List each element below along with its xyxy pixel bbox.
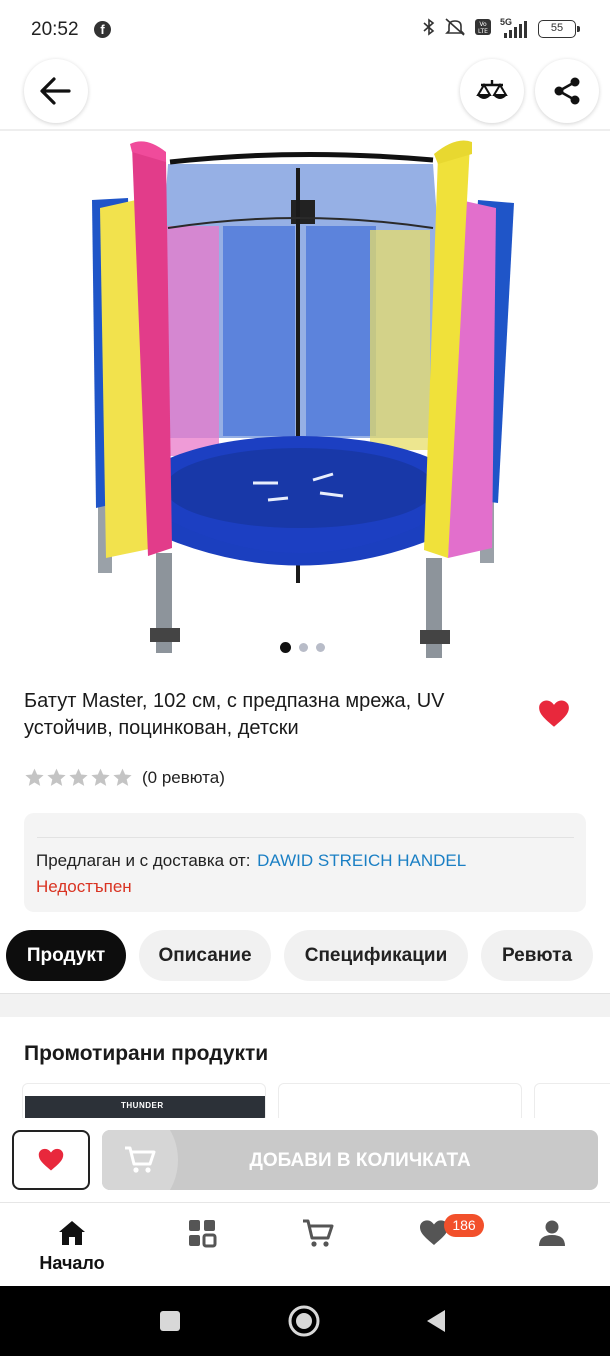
seller-row: Предлаган и с доставка от: DAWID STREICH…	[36, 851, 466, 871]
arrow-left-icon	[40, 77, 71, 105]
cart-icon	[303, 1219, 334, 1247]
add-to-cart-button[interactable]: ДОБАВИ В КОЛИЧКАТА	[102, 1130, 598, 1190]
share-button[interactable]	[535, 59, 599, 123]
recents-icon[interactable]	[158, 1306, 182, 1336]
bluetooth-icon	[422, 18, 436, 39]
promo-card[interactable]: THUNDER	[22, 1083, 266, 1123]
product-image-carousel[interactable]	[88, 138, 524, 668]
star-icon	[69, 768, 88, 786]
tab-product[interactable]: Продукт	[6, 930, 126, 981]
bottom-action-bar: ДОБАВИ В КОЛИЧКАТА	[0, 1118, 610, 1202]
home-icon	[59, 1221, 85, 1245]
scale-icon	[476, 80, 508, 99]
heart-icon	[38, 1148, 64, 1171]
section-separator	[0, 993, 610, 1017]
tab-description[interactable]: Описание	[139, 930, 271, 981]
availability-status: Недостъпен	[36, 877, 132, 896]
review-count[interactable]: (0 ревюта)	[142, 768, 225, 788]
status-time: 20:52	[31, 19, 79, 40]
divider	[37, 837, 574, 838]
svg-text:Vo: Vo	[479, 21, 487, 28]
tab-specifications[interactable]: Спецификации	[284, 930, 468, 981]
share-icon	[554, 77, 580, 105]
nav-categories[interactable]	[152, 1203, 252, 1287]
facebook-icon: f	[94, 21, 111, 38]
categories-icon	[189, 1220, 217, 1248]
trampoline-image	[92, 140, 514, 658]
image-pagination	[280, 642, 325, 653]
favorites-badge: 186	[444, 1214, 484, 1237]
seller-label: Предлаган и с доставка от:	[36, 851, 251, 870]
seller-link[interactable]: DAWID STREICH HANDEL	[257, 851, 466, 870]
compare-button[interactable]	[460, 59, 524, 123]
wishlist-button[interactable]	[12, 1130, 90, 1190]
signal-icon: 5G	[500, 17, 530, 39]
product-title: Батут Master, 102 см, с предпазна мрежа,…	[24, 690, 445, 739]
nav-cart[interactable]	[268, 1203, 368, 1287]
pagination-dot[interactable]	[299, 643, 308, 652]
star-icon	[25, 768, 44, 786]
status-bar: 20:52 f Vo LTE 5G 55	[0, 0, 610, 60]
volte-icon: Vo LTE	[474, 18, 492, 39]
battery-icon: 55	[538, 19, 580, 38]
mute-icon	[444, 18, 466, 39]
back-button[interactable]	[24, 59, 88, 123]
nav-home[interactable]: Начало	[22, 1203, 122, 1287]
rating[interactable]: (0 ревюта)	[24, 767, 225, 788]
status-icons: Vo LTE 5G 55	[422, 17, 580, 39]
system-nav-bar	[0, 1286, 610, 1356]
add-to-cart-label: ДОБАВИ В КОЛИЧКАТА	[249, 1150, 471, 1171]
pagination-dot[interactable]	[316, 643, 325, 652]
nav-home-label: Начало	[39, 1253, 105, 1273]
promo-card[interactable]	[278, 1083, 522, 1123]
star-icon	[91, 768, 110, 786]
promo-brand-label: THUNDER	[121, 1101, 164, 1110]
nav-profile[interactable]	[502, 1203, 602, 1287]
header-divider	[0, 129, 610, 131]
home-circle-icon[interactable]	[287, 1304, 321, 1338]
nav-favorites[interactable]: 186	[384, 1203, 484, 1287]
product-tabs: Продукт Описание Спецификации Ревюта	[6, 930, 593, 981]
tab-reviews[interactable]: Ревюта	[481, 930, 593, 981]
favorite-button[interactable]	[537, 697, 571, 731]
back-triangle-icon[interactable]	[424, 1306, 448, 1336]
heart-icon	[539, 700, 569, 727]
promo-card[interactable]	[534, 1083, 610, 1123]
star-icon	[113, 768, 132, 786]
bottom-nav: Начало 186	[0, 1202, 610, 1286]
star-icon	[47, 768, 66, 786]
profile-icon	[539, 1220, 565, 1246]
svg-text:LTE: LTE	[478, 28, 488, 35]
pagination-dot-active[interactable]	[280, 642, 291, 653]
seller-info: Предлаган и с доставка от: DAWID STREICH…	[24, 813, 586, 912]
promoted-title: Промотирани продукти	[24, 1042, 269, 1065]
